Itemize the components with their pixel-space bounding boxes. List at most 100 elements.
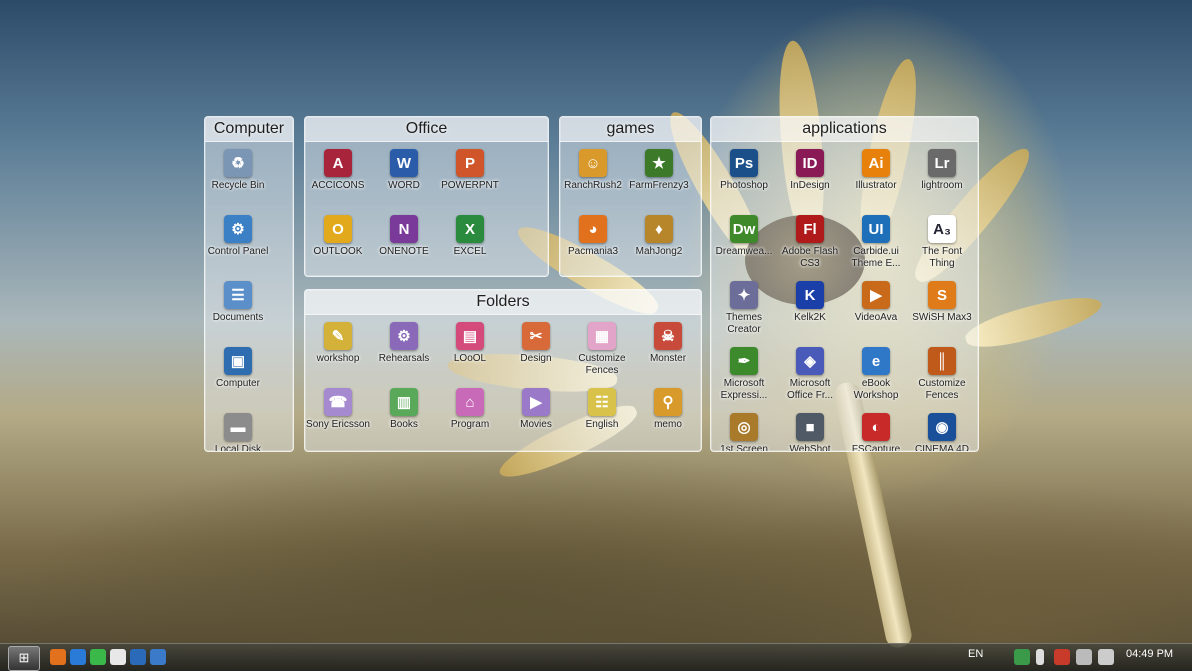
desktop-icon[interactable]: ♻ Recycle Bin [205,149,271,192]
fence-folders[interactable]: Folders ✎ workshop ⚙ Rehearsals ▤ LOoOL ✂ Desig… [304,289,702,452]
icon-label: Microsoft Expressi... [720,378,768,401]
firefox-icon[interactable] [50,649,66,665]
desktop-icon[interactable]: ▬ Local Disk [205,413,271,452]
desktop-icon[interactable]: P POWERPNT [437,149,503,192]
fence-office[interactable]: Office A ACCICONS W WORD P POWERPNT O OUTLOOK N O… [304,116,549,277]
desktop-icon[interactable]: O OUTLOOK [305,215,371,258]
disk-icon: ▬ [224,413,252,441]
desktop-icon[interactable]: ☷ English [569,388,635,431]
volume-icon[interactable] [1098,649,1114,665]
folder-rehearsals-icon: ⚙ [390,322,418,350]
desktop-icon[interactable]: ▣ Computer [205,347,271,390]
desktop-icon[interactable]: Lr lightroom [909,149,975,192]
folder-books-icon: ▥ [390,388,418,416]
themes-creator-icon: ✦ [730,281,758,309]
desktop-icon[interactable]: Ps Photoshop [711,149,777,192]
desktop-icon[interactable]: ⚙ Control Panel [205,215,271,258]
icon-label: Dreamwea... [715,246,773,257]
signal-icon[interactable] [1076,649,1092,665]
first-screen-icon: ◎ [730,413,758,441]
word-icon: W [390,149,418,177]
desktop-icon[interactable]: ✎ workshop [305,322,371,365]
desktop-icon[interactable]: ◉ CINEMA 4D [909,413,975,451]
folder-fences-icon: ▦ [588,322,616,350]
desktop-icon[interactable]: ▤ LOoOL [437,322,503,365]
fence-applications[interactable]: applications Ps Photoshop ID InDesign Ai Illu… [710,116,979,452]
folder-design-icon: ✂ [522,322,550,350]
desktop-icon[interactable]: e eBook Workshop [843,347,909,402]
desktop-icon[interactable]: ║ Customize Fences [909,347,975,402]
fscapture-icon: ◐ [862,413,890,441]
remote-desktop-icon[interactable] [130,649,146,665]
start-button[interactable]: ⊞ [8,646,40,671]
icon-label: Sony Ericsson [306,419,370,430]
desktop-icon[interactable]: N ONENOTE [371,215,437,258]
desktop-icon[interactable]: ID InDesign [777,149,843,192]
folder-loool-icon: ▤ [456,322,484,350]
desktop-icon[interactable]: ★ FarmFrenzy3 [626,149,692,192]
icon-label: Kelk2K [794,312,826,323]
icon-label: Local Disk [214,444,262,452]
desktop-icon[interactable]: ✂ Design [503,322,569,365]
font-thing-icon: A₃ [928,215,956,243]
icon-label: Control Panel [207,246,269,257]
desktop-icon[interactable]: ▶ VideoAva [843,281,909,324]
desktop-icon[interactable]: Fl Adobe Flash CS3 [777,215,843,270]
icon-label: InDesign [790,180,830,191]
fence-games[interactable]: games ☺ RanchRush2 ★ FarmFrenzy3 ◕ Pacmania3 ♦… [559,116,702,277]
icon-label: Computer [216,378,260,389]
desktop-icon[interactable]: ◎ 1st Screen [711,413,777,451]
icon-label: Themes Creator [725,312,763,335]
desktop-icon[interactable]: Dw Dreamwea... [711,215,777,258]
desktop-icon[interactable]: ✒ Microsoft Expressi... [711,347,777,402]
icon-label: Rehearsals [378,353,430,364]
desktop-icon[interactable]: W WORD [371,149,437,192]
cinema4d-icon: ◉ [928,413,956,441]
desktop-icon[interactable]: ☠ Monster [635,322,701,365]
fence-computer[interactable]: Computer ♻ Recycle Bin ⚙ Control Panel ☰ Docu… [204,116,294,452]
desktop-icon[interactable]: A₃ The Font Thing [909,215,975,270]
internet-explorer-icon[interactable] [70,649,86,665]
desktop-icon[interactable]: ◕ Pacmania3 [560,215,626,258]
desktop-icon[interactable]: ▦ Customize Fences [569,322,635,377]
desktop-icon[interactable]: S SWiSH Max3 [909,281,975,324]
desktop-icon[interactable]: ⚙ Rehearsals [371,322,437,365]
desktop-icon[interactable]: ☺ RanchRush2 [560,149,626,192]
action-center-icon[interactable] [1054,649,1070,665]
desktop-icon[interactable]: X EXCEL [437,215,503,258]
desktop-icon[interactable]: ▶ Movies [503,388,569,431]
icon-label: Design [520,353,552,364]
desktop-icon[interactable]: UI Carbide.ui Theme E... [843,215,909,270]
icon-label: Customize Fences [918,378,966,401]
desktop-icon[interactable]: Ai Illustrator [843,149,909,192]
desktop-icon[interactable]: ☰ Documents [205,281,271,324]
icon-label: LOoOL [453,353,487,364]
desktop-icon[interactable]: ♦ MahJong2 [626,215,692,258]
icon-label: eBook Workshop [853,378,899,401]
desktop-icon[interactable]: ✦ Themes Creator [711,281,777,336]
onenote-icon: N [390,215,418,243]
show-desktop-icon[interactable] [150,649,166,665]
desktop-icon[interactable]: ⌂ Program [437,388,503,431]
icon-label: Customize Fences [578,353,626,376]
carbide-icon: UI [862,215,890,243]
desktop-icon[interactable]: ☎ Sony Ericsson [305,388,371,431]
gmail-icon[interactable] [110,649,126,665]
desktop-icon[interactable]: ■ WebShot [777,413,843,452]
desktop-icon[interactable]: ⚲ memo [635,388,701,431]
icon-label: WebShot [789,444,831,452]
clock[interactable]: 04:49 PM [1126,648,1173,660]
magnifier-icon: ⚲ [654,388,682,416]
desktop-icon[interactable]: A ACCICONS [305,149,371,192]
network-icon[interactable] [1014,649,1030,665]
desktop-icon[interactable]: ◐ FSCapture [843,413,909,451]
desktop-icon[interactable]: ◈ Microsoft Office Fr... [777,347,843,402]
icon-label: WORD [388,180,420,191]
icon-label: SWiSH Max3 [912,312,972,323]
language-indicator[interactable]: EN [968,648,983,660]
desktop-icon[interactable]: ▥ Books [371,388,437,431]
icon-label: Movies [520,419,552,430]
messenger-icon[interactable] [90,649,106,665]
battery-icon[interactable] [1036,649,1044,665]
desktop-icon[interactable]: K Kelk2K [777,281,843,324]
